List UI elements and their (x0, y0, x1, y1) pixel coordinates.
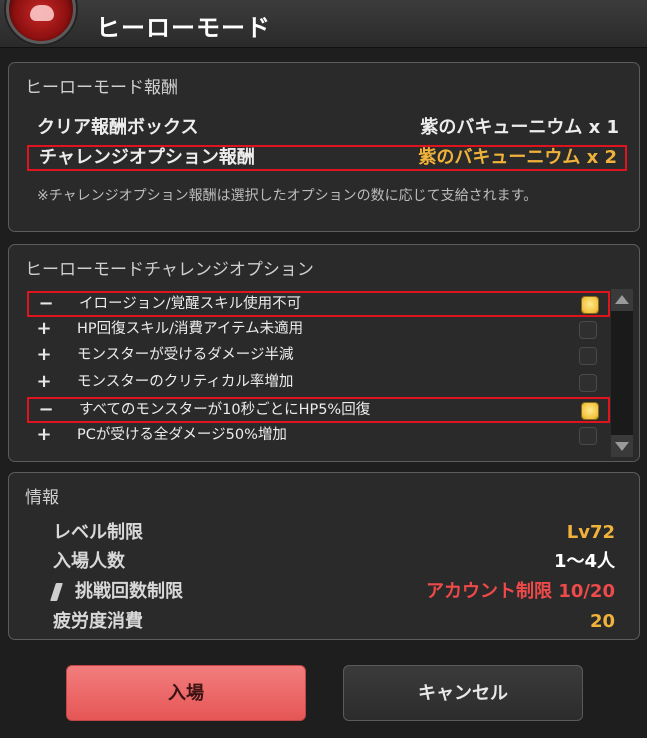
option-checkbox[interactable] (581, 296, 599, 314)
option-checkbox[interactable] (581, 402, 599, 420)
reward-row-clear-box: クリア報酬ボックス 紫のバキューニウム x 1 (27, 115, 627, 141)
option-row-monster-regen[interactable]: − すべてのモンスターが10秒ごとにHP5%回復 (27, 397, 610, 423)
title-bar: ヒーローモード (0, 0, 647, 48)
skull-icon (30, 5, 54, 21)
scroll-down-button[interactable] (611, 435, 633, 457)
info-label: レベル制限 (53, 522, 143, 543)
info-value: Lv72 (566, 522, 615, 543)
ticket-icon (50, 583, 63, 601)
minus-icon: − (38, 399, 54, 420)
option-label: すべてのモンスターが10秒ごとにHP5%回復 (79, 402, 371, 418)
info-value: 1～4人 (553, 551, 615, 572)
reward-label: クリア報酬ボックス (37, 117, 199, 138)
options-scrollbar[interactable] (611, 289, 633, 457)
option-label: モンスターのクリティカル率増加 (77, 374, 294, 390)
reward-label: チャレンジオプション報酬 (39, 147, 255, 168)
info-row-fatigue-cost: 疲労度消費 20 (53, 609, 615, 635)
option-checkbox[interactable] (579, 347, 597, 365)
cancel-button[interactable]: キャンセル (343, 665, 583, 721)
info-label: 疲労度消費 (53, 611, 143, 632)
hero-mode-emblem-icon (6, 0, 76, 44)
arrow-up-icon (615, 295, 629, 304)
reward-note: ※チャレンジオプション報酬は選択したオプションの数に応じて支給されます。 (37, 188, 538, 204)
reward-value: 紫のバキューニウム x 1 (420, 117, 619, 138)
option-label: モンスターが受けるダメージ半減 (77, 347, 294, 363)
option-checkbox[interactable] (579, 374, 597, 392)
info-label: 挑戦回数制限 (75, 581, 183, 602)
info-label: 入場人数 (53, 551, 125, 572)
arrow-down-icon (615, 442, 629, 451)
window-title: ヒーローモード (96, 14, 271, 42)
scroll-up-button[interactable] (611, 289, 633, 311)
challenge-options-panel: ヒーローモードチャレンジオプション − イロージョン/覚醒スキル使用不可 + H… (8, 244, 640, 462)
option-row-damage-halved[interactable]: + モンスターが受けるダメージ半減 (27, 344, 610, 370)
option-label: HP回復スキル/消費アイテム未適用 (77, 321, 304, 337)
info-panel-title: 情報 (25, 488, 59, 508)
info-value: 20 (589, 611, 615, 632)
info-value: アカウント制限 10/20 (426, 581, 615, 602)
rewards-panel-title: ヒーローモード報酬 (25, 78, 178, 98)
rewards-panel: ヒーローモード報酬 クリア報酬ボックス 紫のバキューニウム x 1 チャレンジオ… (8, 62, 640, 232)
option-label: イロージョン/覚醒スキル使用不可 (79, 296, 302, 312)
option-row-erosion-disabled[interactable]: − イロージョン/覚醒スキル使用不可 (27, 291, 610, 317)
option-checkbox[interactable] (579, 427, 597, 445)
options-panel-title: ヒーローモードチャレンジオプション (25, 260, 314, 280)
option-checkbox[interactable] (579, 321, 597, 339)
info-row-attempt-limit: 挑戦回数制限 アカウント制限 10/20 (50, 579, 615, 605)
enter-button[interactable]: 入場 (66, 665, 306, 721)
minus-icon: − (38, 293, 54, 314)
option-label: PCが受ける全ダメージ50%増加 (77, 427, 287, 443)
plus-icon: + (36, 344, 52, 365)
option-row-pc-damage-increase[interactable]: + PCが受ける全ダメージ50%増加 (27, 424, 610, 450)
plus-icon: + (36, 424, 52, 445)
plus-icon: + (36, 371, 52, 392)
info-row-player-count: 入場人数 1～4人 (53, 549, 615, 575)
option-row-crit-increase[interactable]: + モンスターのクリティカル率増加 (27, 371, 610, 397)
info-row-level-limit: レベル制限 Lv72 (53, 520, 615, 546)
reward-row-challenge-option: チャレンジオプション報酬 紫のバキューニウム x 2 (27, 145, 627, 171)
reward-value: 紫のバキューニウム x 2 (418, 147, 617, 168)
plus-icon: + (36, 318, 52, 339)
option-row-hp-recovery[interactable]: + HP回復スキル/消費アイテム未適用 (27, 318, 610, 344)
info-panel: 情報 レベル制限 Lv72 入場人数 1～4人 挑戦回数制限 アカウント制限 1… (8, 472, 640, 640)
